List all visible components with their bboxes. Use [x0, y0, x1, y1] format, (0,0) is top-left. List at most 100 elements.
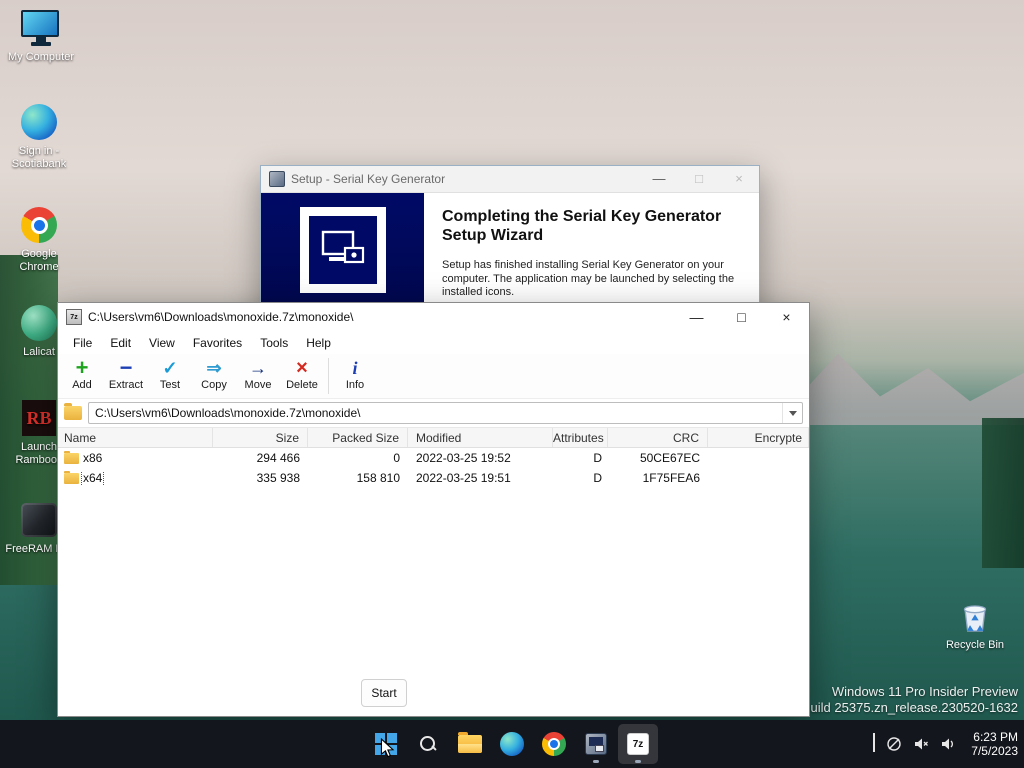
toolbar-separator: [328, 358, 329, 394]
system-tray: 6:23 PM 7/5/2023: [873, 720, 1018, 768]
menu-bar: File Edit View Favorites Tools Help: [58, 331, 809, 354]
speaker-icon: [942, 738, 954, 750]
icon-label: Recycle Bin: [945, 639, 1005, 651]
test-button[interactable]: ✓ Test: [148, 356, 192, 392]
watermark-line-2: opy. Build 25375.zn_release.230520-1632: [774, 700, 1018, 715]
chrome-icon: [542, 732, 566, 756]
insider-watermark: Windows 11 Pro Insider Preview opy. Buil…: [775, 684, 1018, 716]
setup-minimize-button[interactable]: —: [639, 166, 679, 192]
taskbar-clock[interactable]: 6:23 PM 7/5/2023: [971, 730, 1018, 758]
menu-help[interactable]: Help: [297, 332, 340, 354]
move-button[interactable]: → Move: [236, 356, 280, 392]
column-header-crc[interactable]: CRC: [608, 428, 708, 447]
close-button[interactable]: ×: [764, 304, 809, 331]
delete-button[interactable]: × Delete: [280, 356, 324, 392]
info-icon: i: [352, 357, 358, 378]
maximize-button[interactable]: □: [719, 304, 764, 331]
file-list: x86 294 466 0 2022-03-25 19:52 D 50CE67E…: [58, 448, 809, 716]
menu-file[interactable]: File: [64, 332, 101, 354]
column-header-encrypted[interactable]: Encrypte: [708, 428, 809, 447]
setup-body-text: Setup has finished installing Serial Key…: [442, 259, 735, 298]
edge-icon: [19, 102, 59, 142]
menu-tools[interactable]: Tools: [251, 332, 297, 354]
start-menu-button[interactable]: [366, 724, 406, 764]
setup-close-button[interactable]: ×: [719, 166, 759, 192]
setup-title-bar[interactable]: Setup - Serial Key Generator — □ ×: [261, 166, 759, 193]
folder-icon: [64, 451, 79, 464]
hidden-icons-button[interactable]: [873, 733, 876, 753]
extract-icon: −: [119, 355, 133, 380]
sevenzip-title-bar[interactable]: 7z C:\Users\vm6\Downloads\monoxide.7z\mo…: [58, 303, 809, 331]
taskbar: 7z 6:23 PM 7/5/2023: [0, 720, 1024, 768]
start-button[interactable]: Start: [361, 679, 407, 707]
taskbar-setup-button[interactable]: [576, 724, 616, 764]
setup-app-icon: [585, 733, 607, 755]
icon-label: Sign in - Scotiabank: [11, 145, 67, 170]
tray-network-button[interactable]: [886, 736, 902, 752]
clock-date: 7/5/2023: [971, 744, 1018, 758]
minimize-button[interactable]: —: [674, 304, 719, 331]
chevron-down-icon: [788, 410, 797, 416]
add-button[interactable]: + Add: [60, 355, 104, 391]
menu-edit[interactable]: Edit: [101, 332, 140, 354]
setup-heading: Completing the Serial Key Generator Setu…: [442, 208, 722, 244]
menu-view[interactable]: View: [140, 332, 184, 354]
desktop-icon-google-chrome[interactable]: Google Chrome: [2, 205, 76, 274]
toolbar: + Add − Extract ✓ Test ⇒ Copy → Move × D…: [58, 354, 809, 399]
column-header-packed-size[interactable]: Packed Size: [308, 428, 408, 447]
taskbar-edge-button[interactable]: [492, 724, 532, 764]
address-dropdown-button[interactable]: [782, 403, 802, 423]
sevenzip-icon: 7z: [627, 733, 649, 755]
tray-mute-button[interactable]: [913, 736, 929, 752]
search-icon: [418, 734, 438, 754]
setup-wizard-art: [299, 207, 386, 293]
file-explorer-icon: [458, 732, 482, 753]
watermark-line-1: Windows 11 Pro Insider Preview: [831, 684, 1018, 699]
folder-icon: [64, 471, 79, 484]
sevenzip-window: 7z C:\Users\vm6\Downloads\monoxide.7z\mo…: [57, 302, 810, 717]
move-icon: →: [249, 357, 267, 378]
clock-time: 6:23 PM: [973, 730, 1018, 744]
address-bar: [58, 399, 809, 427]
ramboos-icon: RB: [19, 398, 59, 438]
column-header-attributes[interactable]: Attributes: [553, 428, 608, 447]
wallpaper-trees-right: [982, 418, 1024, 568]
screen: My Computer Sign in - Scotiabank Google …: [0, 0, 1024, 768]
table-row[interactable]: x64 335 938 158 810 2022-03-25 19:51 D 1…: [58, 468, 809, 488]
column-header-size[interactable]: Size: [213, 428, 308, 447]
column-headers: Name Size Packed Size Modified Attribute…: [58, 427, 809, 448]
address-input[interactable]: [89, 406, 782, 420]
windows-logo-icon: [375, 733, 397, 755]
lalicat-icon: [19, 303, 59, 343]
my-computer-icon: [21, 8, 61, 48]
column-header-modified[interactable]: Modified: [408, 428, 553, 447]
desktop-icon-scotiabank[interactable]: Sign in - Scotiabank: [2, 102, 76, 171]
table-row[interactable]: x86 294 466 0 2022-03-25 19:52 D 50CE67E…: [58, 448, 809, 468]
tray-volume-button[interactable]: [940, 736, 956, 752]
setup-window-title: Setup - Serial Key Generator: [291, 172, 446, 186]
test-icon: ✓: [162, 357, 178, 378]
taskbar-search-button[interactable]: [408, 724, 448, 764]
extract-button[interactable]: − Extract: [104, 355, 148, 391]
sevenzip-window-icon: 7z: [66, 309, 82, 325]
delete-icon: ×: [296, 356, 308, 379]
desktop-icon-my-computer[interactable]: My Computer: [4, 8, 78, 64]
running-indicator: [593, 760, 599, 763]
copy-button[interactable]: ⇒ Copy: [192, 356, 236, 392]
speaker-muted-icon: [915, 738, 929, 750]
running-indicator: [635, 760, 641, 763]
taskbar-7zip-button[interactable]: 7z: [618, 724, 658, 764]
desktop-icon-recycle-bin[interactable]: Recycle Bin: [938, 596, 1012, 652]
taskbar-file-explorer-button[interactable]: [450, 724, 490, 764]
address-folder-icon[interactable]: [64, 403, 82, 420]
menu-favorites[interactable]: Favorites: [184, 332, 251, 354]
freeram-icon: [19, 500, 59, 540]
info-button[interactable]: i Info: [333, 356, 377, 392]
column-header-name[interactable]: Name: [58, 428, 213, 447]
taskbar-chrome-button[interactable]: [534, 724, 574, 764]
globe-no-internet-icon: [887, 737, 901, 751]
setup-maximize-button[interactable]: □: [679, 166, 719, 192]
add-icon: +: [75, 355, 89, 380]
chevron-up-icon: [873, 733, 876, 752]
sevenzip-window-title: C:\Users\vm6\Downloads\monoxide.7z\monox…: [88, 310, 354, 324]
